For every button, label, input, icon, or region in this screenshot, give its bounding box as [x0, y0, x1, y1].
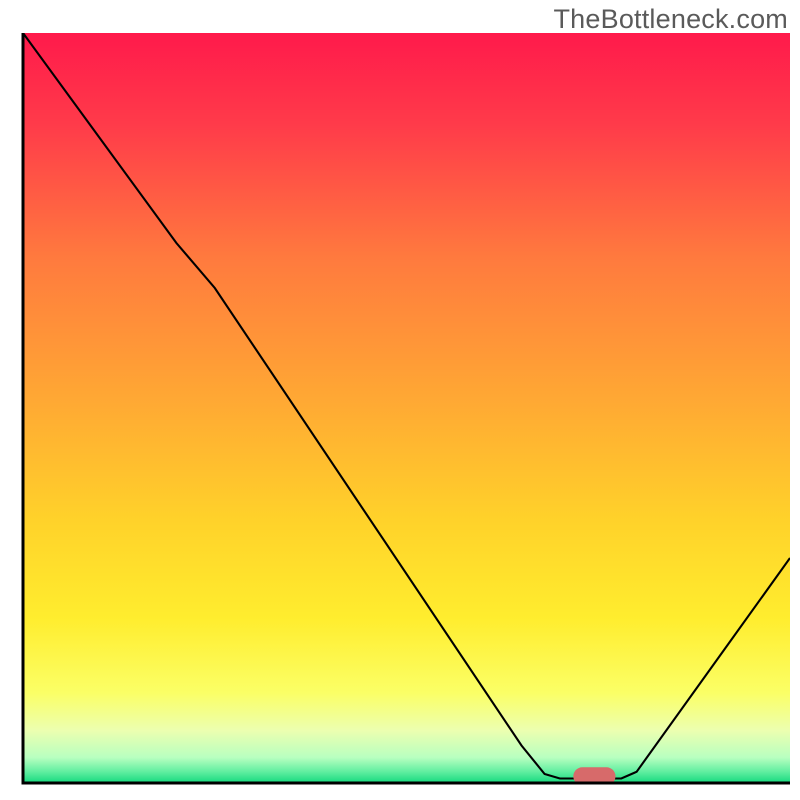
chart-svg — [0, 0, 800, 800]
watermark-text: TheBottleneck.com — [553, 4, 788, 35]
gradient-background — [23, 33, 790, 783]
chart-stage: TheBottleneck.com — [0, 0, 800, 800]
